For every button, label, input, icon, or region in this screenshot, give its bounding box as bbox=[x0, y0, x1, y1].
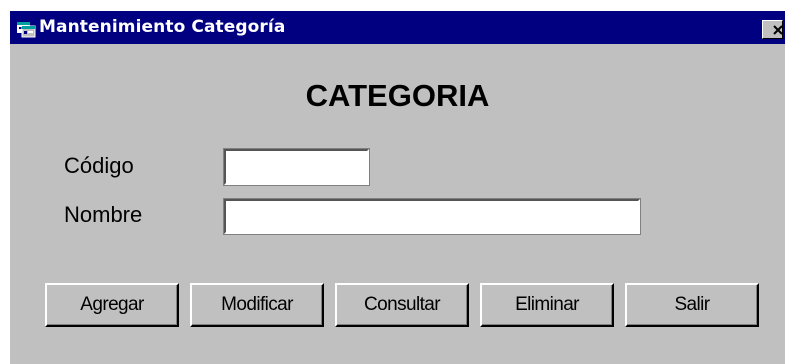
consultar-button[interactable]: Consultar bbox=[335, 283, 469, 327]
nombre-input[interactable] bbox=[223, 198, 641, 235]
dialog-window: Mantenimiento Categoría CATEGORIA Código… bbox=[10, 11, 785, 364]
close-button[interactable] bbox=[762, 20, 783, 39]
form-heading: CATEGORIA bbox=[305, 78, 490, 113]
app-window-icon bbox=[16, 18, 36, 38]
close-x-icon bbox=[769, 23, 783, 38]
codigo-input[interactable] bbox=[223, 148, 370, 186]
title-bar[interactable]: Mantenimiento Categoría bbox=[10, 11, 785, 44]
salir-button[interactable]: Salir bbox=[625, 283, 759, 327]
nombre-label: Nombre bbox=[64, 202, 143, 227]
eliminar-button[interactable]: Eliminar bbox=[480, 283, 614, 327]
agregar-button[interactable]: Agregar bbox=[45, 283, 179, 327]
window-title: Mantenimiento Categoría bbox=[39, 17, 286, 37]
modificar-button[interactable]: Modificar bbox=[190, 283, 324, 327]
codigo-label: Código bbox=[64, 153, 134, 178]
